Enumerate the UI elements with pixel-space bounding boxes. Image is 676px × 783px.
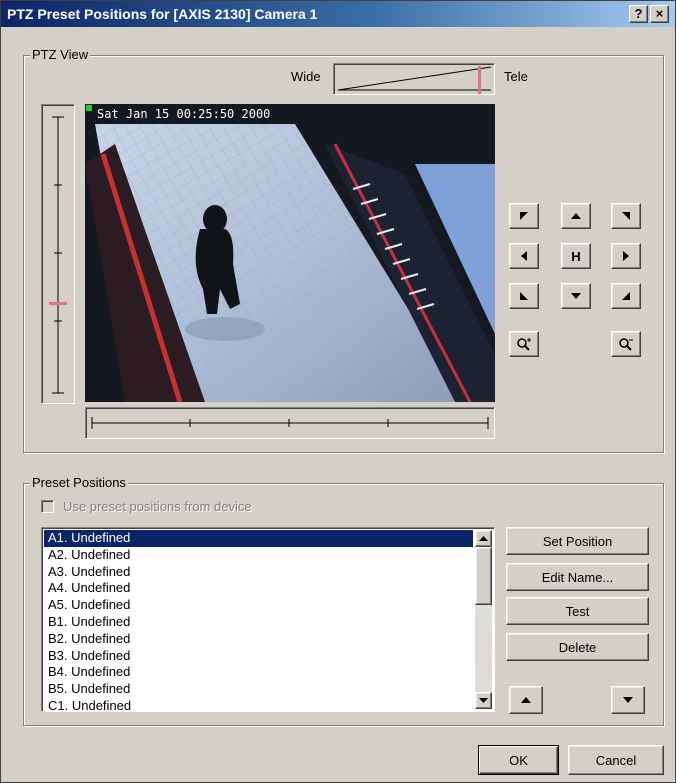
home-button[interactable]: H — [561, 243, 591, 269]
preset-list-items: A1. Undefined A2. Undefined A3. Undefined A… — [44, 530, 473, 711]
test-label: Test — [565, 603, 590, 619]
close-button[interactable]: × — [650, 5, 669, 23]
pan-left-button[interactable] — [509, 243, 539, 269]
list-item[interactable]: B5. Undefined — [44, 681, 473, 698]
arrow-up-icon — [521, 697, 531, 703]
list-item[interactable]: B2. Undefined — [44, 631, 473, 648]
list-item[interactable]: B4. Undefined — [44, 664, 473, 681]
list-item[interactable]: A3. Undefined — [44, 564, 473, 581]
camera-timestamp: Sat Jan 15 00:25:50 2000 — [97, 107, 271, 121]
pan-up-right-button[interactable] — [611, 203, 641, 229]
arrow-up-left-icon — [520, 212, 528, 220]
pan-up-left-button[interactable] — [509, 203, 539, 229]
arrow-down-left-icon — [520, 292, 528, 300]
tilt-up-button[interactable] — [561, 203, 591, 229]
scroll-up-icon — [479, 535, 488, 541]
camera-video-view[interactable]: Sat Jan 15 00:25:50 2000 — [85, 104, 495, 402]
test-button[interactable]: Test — [506, 597, 649, 625]
ptz-preset-dialog: PTZ Preset Positions for [AXIS 2130] Cam… — [0, 0, 676, 783]
scroll-down-button[interactable] — [475, 692, 492, 709]
arrow-down-icon — [571, 293, 581, 299]
zoom-out-button[interactable] — [611, 331, 641, 357]
zoom-level-indicator[interactable] — [478, 66, 481, 94]
tilt-scale-graphic — [52, 116, 64, 394]
set-position-label: Set Position — [542, 533, 613, 549]
set-position-button[interactable]: Set Position — [506, 527, 649, 555]
zoom-in-button[interactable] — [509, 331, 539, 357]
preset-list-scrollbar[interactable] — [475, 530, 492, 709]
arrow-right-icon — [623, 251, 629, 261]
camera-image — [85, 104, 495, 402]
arrow-up-icon — [571, 213, 581, 219]
pan-right-button[interactable] — [611, 243, 641, 269]
zoom-slider[interactable] — [333, 63, 495, 95]
zoom-tele-label: Tele — [504, 69, 528, 84]
preset-positions-group-label: Preset Positions — [30, 475, 128, 491]
preset-list[interactable]: A1. Undefined A2. Undefined A3. Undefined A… — [41, 527, 495, 712]
pan-down-left-button[interactable] — [509, 283, 539, 309]
ptz-view-group-label: PTZ View — [30, 47, 91, 63]
use-device-checkbox[interactable] — [41, 500, 54, 513]
list-item[interactable]: B1. Undefined — [44, 614, 473, 631]
list-item[interactable]: B3. Undefined — [44, 648, 473, 665]
zoom-wedge-graphic — [337, 66, 492, 91]
use-device-label: Use preset positions from device — [63, 499, 252, 514]
edit-name-label: Edit Name... — [541, 569, 614, 585]
help-icon: ? — [634, 6, 643, 21]
arrow-down-right-icon — [622, 292, 630, 300]
scroll-down-icon — [479, 697, 488, 703]
arrow-down-icon — [623, 697, 633, 703]
scroll-thumb[interactable] — [475, 547, 492, 605]
arrow-left-icon — [521, 251, 527, 261]
arrow-up-right-icon — [622, 212, 630, 220]
title-bar[interactable]: PTZ Preset Positions for [AXIS 2130] Cam… — [1, 1, 675, 27]
tilt-level-indicator[interactable] — [49, 302, 67, 305]
move-preset-down-button[interactable] — [611, 686, 645, 714]
pan-scale-graphic — [91, 417, 489, 429]
tilt-slider[interactable] — [41, 104, 75, 404]
list-item[interactable]: A4. Undefined — [44, 580, 473, 597]
window-title: PTZ Preset Positions for [AXIS 2130] Cam… — [7, 6, 318, 22]
zoom-in-icon — [517, 338, 531, 351]
list-item[interactable]: A1. Undefined — [44, 530, 473, 547]
tilt-down-button[interactable] — [561, 283, 591, 309]
pan-down-right-button[interactable] — [611, 283, 641, 309]
help-button[interactable]: ? — [629, 5, 648, 23]
zoom-out-icon — [619, 338, 633, 351]
pan-slider[interactable] — [85, 407, 495, 439]
ok-button[interactable]: OK — [478, 745, 559, 775]
edit-name-button[interactable]: Edit Name... — [506, 563, 649, 591]
ok-label: OK — [509, 752, 528, 768]
close-icon: × — [655, 6, 664, 21]
list-item[interactable]: C1. Undefined — [44, 698, 473, 711]
list-item[interactable]: A5. Undefined — [44, 597, 473, 614]
delete-label: Delete — [558, 639, 597, 655]
move-preset-up-button[interactable] — [509, 686, 543, 714]
cancel-label: Cancel — [595, 752, 637, 768]
list-item[interactable]: A2. Undefined — [44, 547, 473, 564]
home-icon: H — [571, 248, 581, 264]
cancel-button[interactable]: Cancel — [568, 745, 664, 775]
scroll-up-button[interactable] — [475, 530, 492, 547]
zoom-wide-label: Wide — [291, 69, 321, 84]
delete-button[interactable]: Delete — [506, 633, 649, 661]
recording-led-icon — [86, 105, 92, 111]
